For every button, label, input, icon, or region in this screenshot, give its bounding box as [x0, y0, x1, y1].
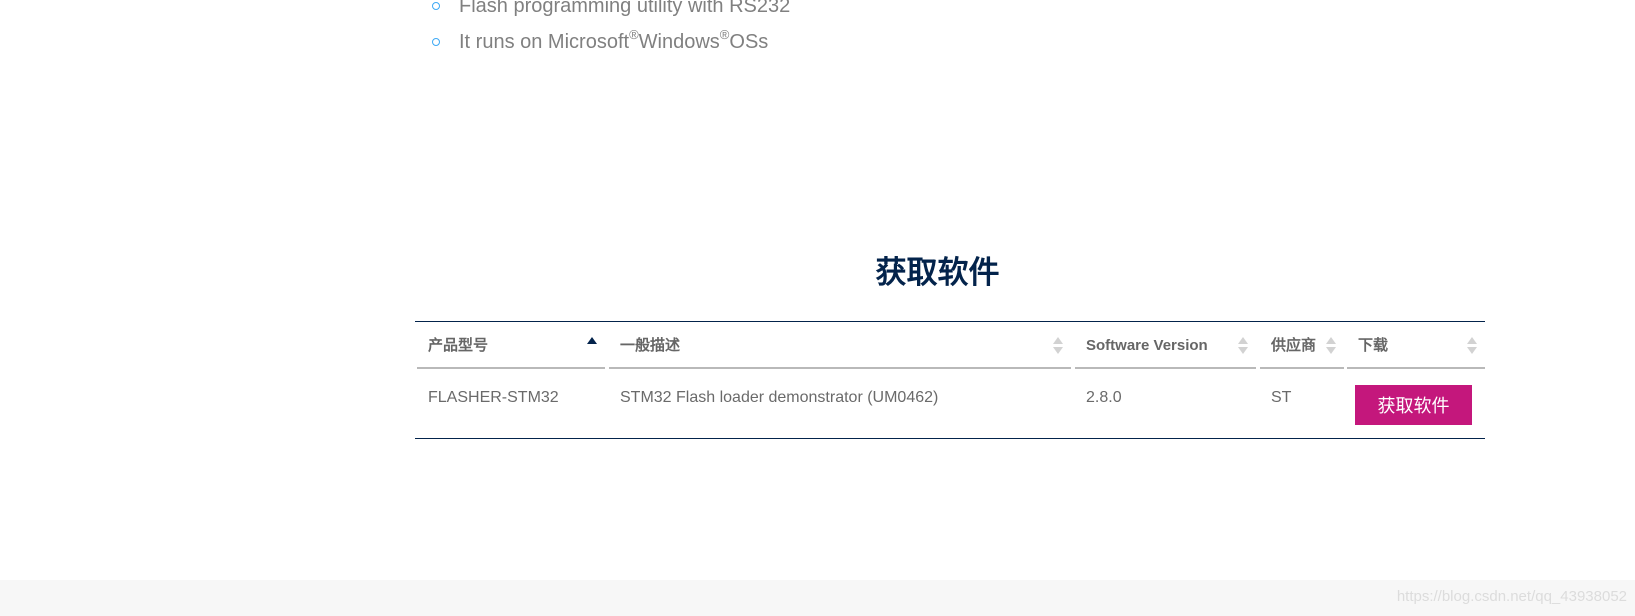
sort-icon[interactable]	[1326, 337, 1336, 355]
feature-list: Flash programming utility with RS232 It …	[416, 0, 790, 60]
table-header-row: 产品型号 一般描述 Software Version 供应商 下载	[415, 322, 1485, 370]
feature-text: Flash programming utility with RS232	[459, 0, 791, 17]
column-header-label: Software Version	[1086, 337, 1208, 354]
column-header-supplier[interactable]: 供应商	[1260, 322, 1344, 369]
column-header-download[interactable]: 下载	[1347, 322, 1485, 369]
registered-mark: ®	[719, 27, 730, 42]
software-table: 产品型号 一般描述 Software Version 供应商 下载 FLASHE…	[415, 321, 1485, 439]
cell-supplier: ST	[1271, 389, 1292, 406]
cell-description: STM32 Flash loader demonstrator (UM0462)	[620, 389, 939, 406]
sort-icon[interactable]	[1238, 337, 1248, 355]
cell-version: 2.8.0	[1086, 389, 1122, 406]
get-software-button[interactable]: 获取软件	[1355, 385, 1472, 425]
sort-ascending-icon[interactable]	[587, 337, 597, 355]
page-footer: https://blog.csdn.net/qq_43938052	[0, 580, 1635, 616]
circle-bullet-icon	[432, 2, 440, 10]
section-title: 获取软件	[875, 255, 1000, 291]
feature-text: Windows	[638, 31, 720, 53]
feature-text: It runs on Microsoft	[459, 31, 630, 53]
circle-bullet-icon	[432, 38, 440, 46]
column-header-description[interactable]: 一般描述	[609, 322, 1071, 369]
watermark-text: https://blog.csdn.net/qq_43938052	[1396, 588, 1627, 605]
cell-part-number: FLASHER-STM32	[428, 389, 559, 406]
sort-icon[interactable]	[1467, 337, 1477, 355]
feature-item: It runs on Microsoft®Windows®OSs	[416, 24, 790, 60]
column-header-label: 供应商	[1271, 337, 1317, 354]
registered-mark: ®	[629, 27, 639, 42]
column-header-label: 产品型号	[428, 337, 489, 354]
column-header-label: 一般描述	[620, 337, 681, 354]
column-header-part-number[interactable]: 产品型号	[417, 322, 605, 369]
feature-text: OSs	[729, 31, 769, 53]
table-row: FLASHER-STM32 STM32 Flash loader demonst…	[415, 370, 1485, 439]
column-header-label: 下载	[1358, 337, 1389, 354]
sort-icon[interactable]	[1053, 337, 1063, 355]
column-header-version[interactable]: Software Version	[1075, 322, 1256, 369]
feature-item: Flash programming utility with RS232	[416, 0, 790, 24]
